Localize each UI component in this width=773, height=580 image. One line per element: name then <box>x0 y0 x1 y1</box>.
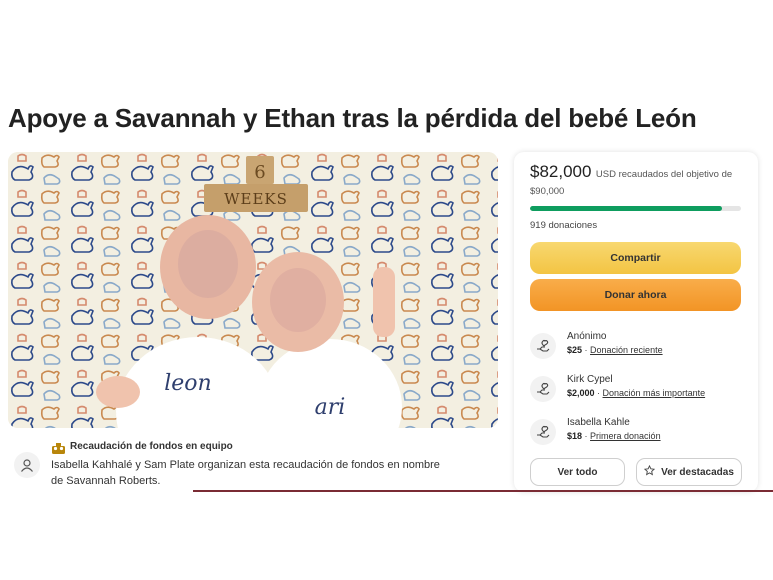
sign-word: WEEKS <box>224 190 288 208</box>
donor-tag-link[interactable]: Donación reciente <box>590 345 663 355</box>
share-button[interactable]: Compartir <box>530 242 741 274</box>
donation-hand-icon <box>530 333 556 359</box>
sign-number: 6 <box>254 162 265 183</box>
see-featured-button[interactable]: Ver destacadas <box>636 458 742 486</box>
team-fundraiser-label: Recaudación de fondos en equipo <box>70 441 233 452</box>
donation-card: $82,000 USD recaudados del objetivo de $… <box>514 152 758 492</box>
see-all-button[interactable]: Ver todo <box>530 458 625 486</box>
organizer-text: Isabella Kahhalé y Sam Plate organizan e… <box>51 459 440 487</box>
donor-tag-link[interactable]: Donación más importante <box>603 388 706 398</box>
raised-summary: $82,000 USD recaudados del objetivo de $… <box>530 162 742 199</box>
donor-name: Anónimo <box>567 331 607 342</box>
donor-name: Kirk Cypel <box>567 374 613 385</box>
team-fundraiser-row: Recaudación de fondos en equipo <box>52 441 233 454</box>
donor-amount: $2,000 <box>567 388 595 398</box>
donor-tag-link[interactable]: Primera donación <box>590 431 661 441</box>
onesie-right-text: ari <box>315 395 346 420</box>
organizer-info: Isabella Kahhalé y Sam Plate organizan e… <box>14 452 451 489</box>
donation-hand-icon <box>530 419 556 445</box>
star-icon <box>643 464 656 479</box>
raised-amount: $82,000 <box>530 162 592 181</box>
campaign-photo-illustration: 6 WEEKS leon ari <box>8 152 498 428</box>
team-icon <box>52 441 65 454</box>
campaign-photo[interactable]: 6 WEEKS leon ari <box>8 152 498 428</box>
donor-item: Kirk Cypel $2,000 · Donación más importa… <box>530 373 742 402</box>
donor-amount: $18 <box>567 431 583 441</box>
page-title: Apoye a Savannah y Ethan tras la pérdida… <box>8 103 697 133</box>
progress-bar <box>530 206 741 211</box>
donor-name: Isabella Kahle <box>567 417 630 428</box>
donor-actions: Ver todo Ver destacadas <box>530 458 742 486</box>
donor-list: Anónimo $25 · Donación reciente Kirk Cyp… <box>530 330 742 445</box>
donate-now-button[interactable]: Donar ahora <box>530 279 741 311</box>
donations-count: 919 donaciones <box>530 220 598 231</box>
accent-divider <box>193 490 773 492</box>
onesie-left-text: leon <box>164 371 211 396</box>
donor-amount: $25 <box>567 345 583 355</box>
user-icon <box>14 452 40 478</box>
see-featured-label: Ver destacadas <box>661 466 734 478</box>
donation-hand-icon <box>530 376 556 402</box>
donor-item: Isabella Kahle $18 · Primera donación <box>530 416 742 445</box>
progress-fill <box>530 206 722 211</box>
donor-item: Anónimo $25 · Donación reciente <box>530 330 742 359</box>
